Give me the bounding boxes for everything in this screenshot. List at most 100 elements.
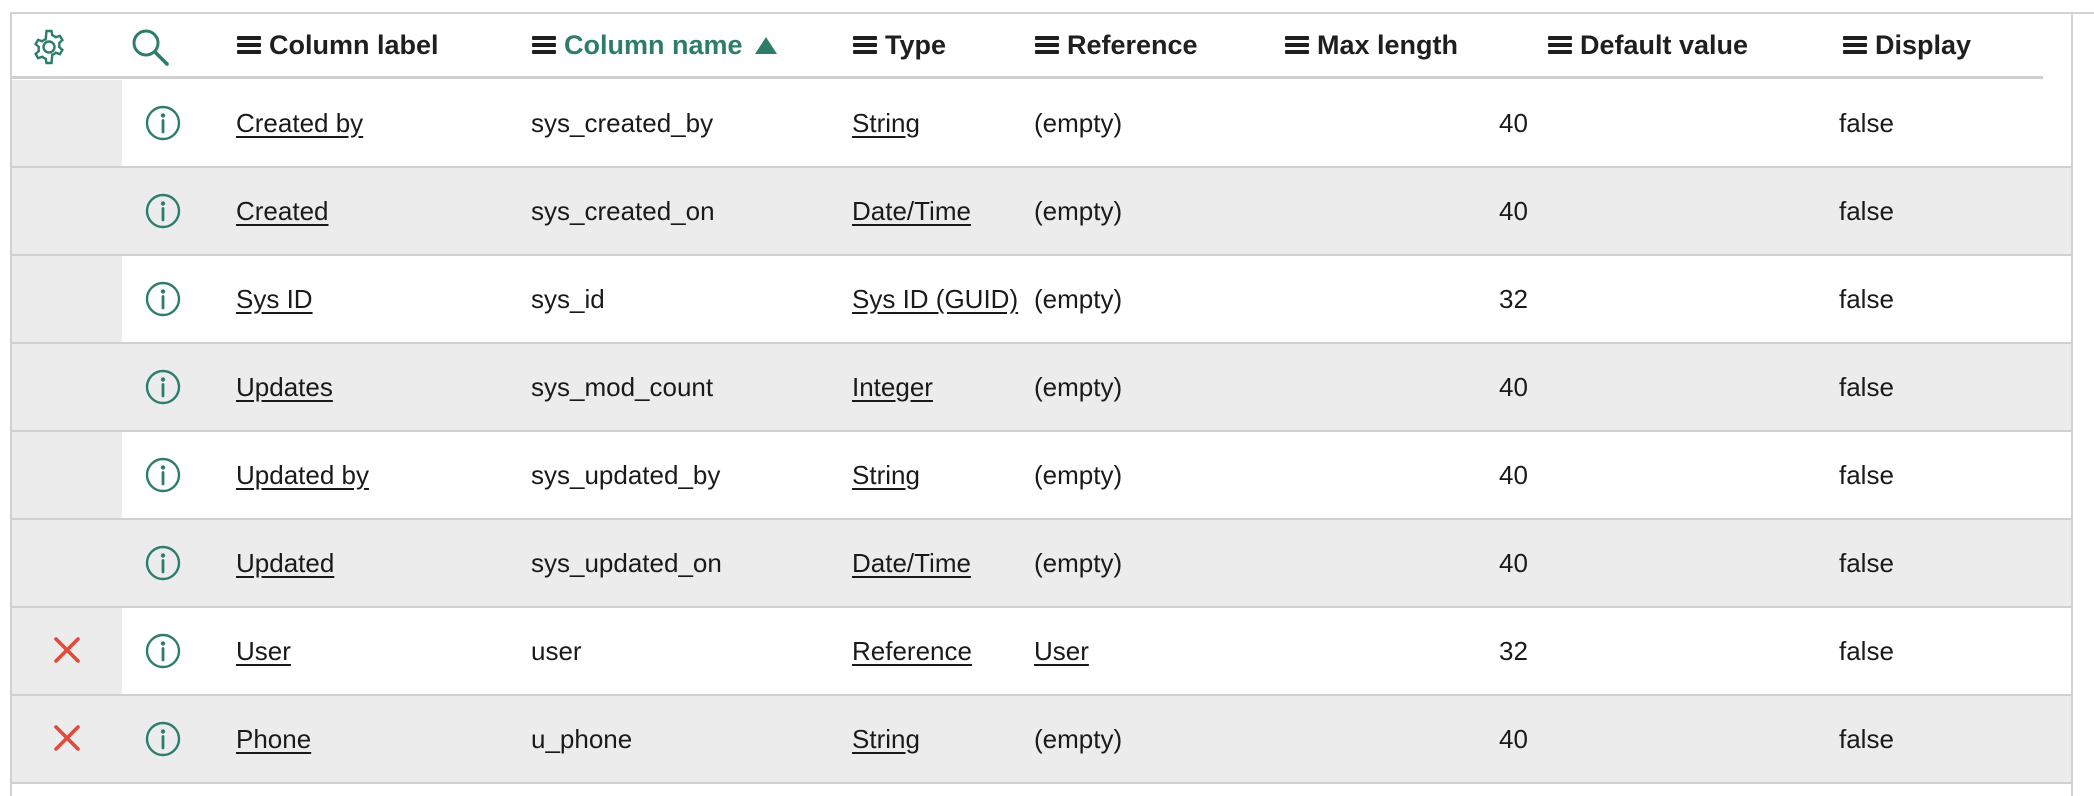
column-label-link-text[interactable]: Updated — [236, 548, 334, 579]
column-name-cell-text: sys_mod_count — [531, 371, 714, 402]
column-header-name[interactable]: Column name — [532, 14, 777, 76]
column-header-max-length[interactable]: Max length — [1285, 14, 1458, 76]
column-header-default-value[interactable]: Default value — [1548, 14, 1748, 76]
column-label-link[interactable]: User — [236, 608, 291, 694]
type-link[interactable]: Date/Time — [852, 520, 971, 606]
column-label-link-text[interactable]: Sys ID — [236, 284, 313, 315]
reference-cell-text: (empty) — [1034, 283, 1123, 314]
max-length-cell-text: 40 — [1499, 195, 1528, 226]
column-menu-icon[interactable] — [1548, 36, 1572, 54]
display-cell-text: false — [1839, 195, 1894, 226]
type-link-text[interactable]: String — [852, 460, 920, 491]
type-link-text[interactable]: String — [852, 108, 920, 139]
search-icon[interactable] — [130, 27, 170, 67]
column-name-cell-text: sys_updated_by — [531, 459, 721, 490]
column-menu-icon[interactable] — [1285, 36, 1309, 54]
reference-cell: (empty) — [1034, 80, 1122, 166]
type-link[interactable]: Date/Time — [852, 168, 971, 254]
info-icon[interactable] — [145, 721, 181, 757]
type-link-text[interactable]: Integer — [852, 372, 933, 403]
max-length-cell-text: 40 — [1499, 459, 1528, 490]
column-name-cell: sys_id — [531, 256, 605, 342]
column-header-text: Type — [885, 29, 947, 60]
column-header-type[interactable]: Type — [853, 14, 946, 76]
display-cell-text: false — [1839, 459, 1894, 490]
type-link-text[interactable]: Sys ID (GUID) — [852, 284, 1018, 315]
info-icon[interactable] — [145, 633, 181, 669]
max-length-cell: 40 — [1499, 80, 1528, 166]
column-label-link[interactable]: Created by — [236, 80, 363, 166]
column-name-cell-text: sys_updated_on — [531, 547, 722, 578]
reference-link[interactable]: User — [1034, 608, 1089, 694]
type-link[interactable]: String — [852, 80, 920, 166]
display-cell: false — [1839, 256, 1894, 342]
column-header-display[interactable]: Display — [1843, 14, 1971, 76]
column-header-reference[interactable]: Reference — [1035, 14, 1198, 76]
column-header-label[interactable]: Column label — [237, 14, 439, 76]
column-label-link[interactable]: Updated by — [236, 432, 369, 518]
type-link-text[interactable]: Date/Time — [852, 548, 971, 579]
column-menu-icon[interactable] — [532, 36, 556, 54]
max-length-cell: 40 — [1499, 168, 1528, 254]
type-link[interactable]: Reference — [852, 608, 972, 694]
max-length-cell-text: 40 — [1499, 723, 1528, 754]
column-header-text: Reference — [1067, 29, 1198, 60]
column-label-link-text[interactable]: Phone — [236, 724, 311, 755]
column-menu-icon[interactable] — [853, 36, 877, 54]
column-label-link[interactable]: Created — [236, 168, 329, 254]
gear-icon[interactable] — [30, 28, 68, 66]
column-label-link[interactable]: Updates — [236, 344, 333, 430]
display-cell-text: false — [1839, 107, 1894, 138]
column-label-link-text[interactable]: Created by — [236, 108, 363, 139]
delete-icon[interactable] — [52, 723, 82, 753]
info-icon[interactable] — [145, 545, 181, 581]
column-label-link-text[interactable]: Updated by — [236, 460, 369, 491]
type-link[interactable]: Integer — [852, 344, 933, 430]
display-cell-text: false — [1839, 635, 1894, 666]
type-link-text[interactable]: Reference — [852, 636, 972, 667]
display-cell-text: false — [1839, 723, 1894, 754]
info-icon[interactable] — [145, 369, 181, 405]
column-label-link[interactable]: Updated — [236, 520, 334, 606]
type-link-text[interactable]: Date/Time — [852, 196, 971, 227]
column-label-link[interactable]: Sys ID — [236, 256, 313, 342]
sort-ascending-icon — [754, 36, 777, 54]
column-name-cell: sys_mod_count — [531, 344, 713, 430]
column-header-text: Column name — [564, 29, 743, 60]
reference-cell-text: (empty) — [1034, 195, 1123, 226]
column-name-cell: sys_updated_by — [531, 432, 720, 518]
column-label-link-text[interactable]: Updates — [236, 372, 333, 403]
column-header-text: Max length — [1317, 29, 1459, 60]
column-menu-icon[interactable] — [1843, 36, 1867, 54]
type-link[interactable]: String — [852, 432, 920, 518]
info-icon[interactable] — [145, 281, 181, 317]
delete-icon[interactable] — [52, 635, 82, 665]
max-length-cell-text: 40 — [1499, 371, 1528, 402]
type-link-text[interactable]: String — [852, 724, 920, 755]
type-link[interactable]: Sys ID (GUID) — [852, 256, 1018, 342]
column-header-text: Default value — [1580, 29, 1749, 60]
list-right-border — [2071, 12, 2073, 796]
column-label-link[interactable]: Phone — [236, 696, 311, 782]
display-cell: false — [1839, 432, 1894, 518]
column-menu-icon[interactable] — [237, 36, 261, 54]
info-icon[interactable] — [145, 105, 181, 141]
row-actions-gutter — [12, 432, 122, 518]
reference-cell-text: (empty) — [1034, 371, 1123, 402]
column-header-text: Display — [1875, 29, 1972, 60]
column-label-link-text[interactable]: Created — [236, 196, 329, 227]
table-row: Created by sys_created_by String (empty) 40 f… — [12, 80, 2071, 168]
reference-link-text[interactable]: User — [1034, 636, 1089, 667]
table-row: Sys ID sys_id Sys ID (GUID) (empty) 32 false — [12, 256, 2071, 344]
column-name-cell: sys_updated_on — [531, 520, 722, 606]
table-row: Phone u_phone String (empty) 40 false — [12, 696, 2071, 784]
type-link[interactable]: String — [852, 696, 920, 782]
info-icon[interactable] — [145, 457, 181, 493]
column-label-link-text[interactable]: User — [236, 636, 291, 667]
max-length-cell-text: 40 — [1499, 107, 1528, 138]
row-actions-gutter — [12, 256, 122, 342]
info-icon[interactable] — [145, 193, 181, 229]
column-menu-icon[interactable] — [1035, 36, 1059, 54]
reference-cell-text: (empty) — [1034, 547, 1123, 578]
display-cell: false — [1839, 520, 1894, 606]
